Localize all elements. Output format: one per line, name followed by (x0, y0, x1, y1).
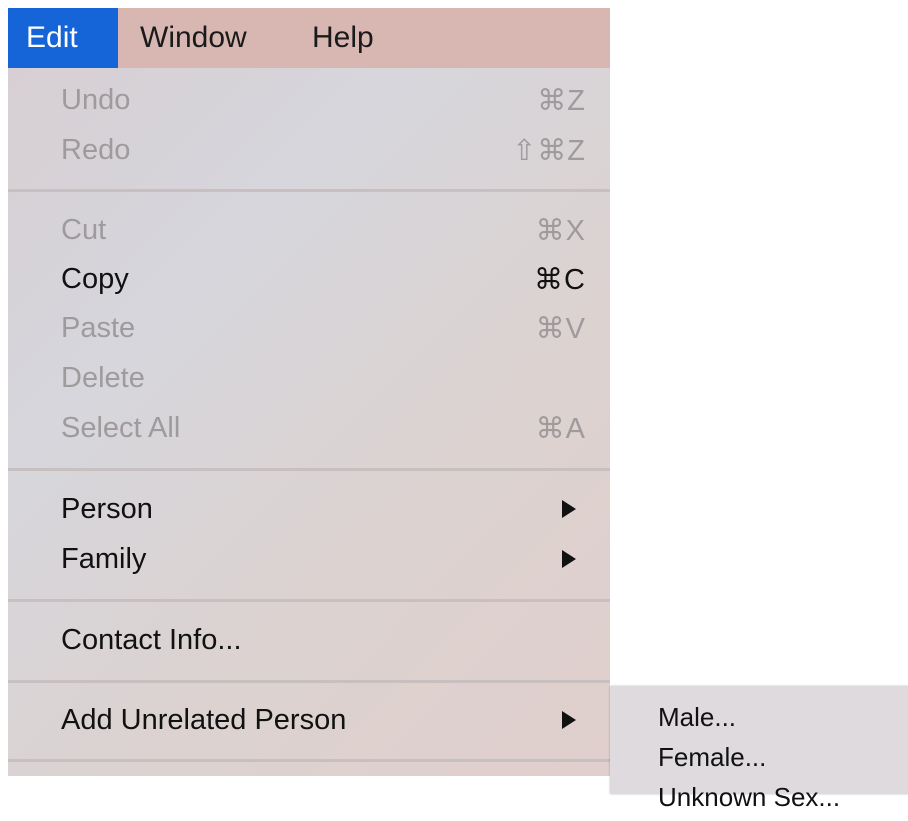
menu-bar-label: Help (312, 21, 374, 54)
menu-item-label: Undo (61, 83, 131, 116)
edit-menu: Undo ⌘Z Redo ⇧⌘Z Cut ⌘X Copy ⌘C Paste ⌘V… (8, 68, 610, 776)
menu-item-label: Copy (61, 262, 129, 295)
menu-item-label: Add Unrelated Person (61, 703, 347, 736)
menu-item-cut[interactable]: Cut ⌘X (8, 205, 610, 255)
screen: Edit Window Help Undo ⌘Z Redo ⇧⌘Z Cut ⌘X… (0, 0, 908, 821)
menu-item-shortcut: ⌘A (535, 412, 586, 445)
menu-bar-label: Window (140, 21, 247, 54)
menu-item-undo[interactable]: Undo ⌘Z (8, 75, 610, 125)
menu-item-shortcut: ⌘X (535, 214, 586, 247)
menu-item-person[interactable]: Person (8, 484, 610, 534)
menu-item-delete[interactable]: Delete (8, 353, 610, 403)
submenu-arrow-icon (562, 711, 576, 729)
menu-item-shortcut: ⇧⌘Z (511, 134, 586, 167)
menu-separator (8, 599, 610, 602)
menu-item-copy[interactable]: Copy ⌘C (8, 254, 610, 304)
menu-item-label: Select All (61, 411, 181, 444)
menu-separator (8, 468, 610, 471)
menu-separator (8, 680, 610, 683)
menu-item-paste[interactable]: Paste ⌘V (8, 303, 610, 353)
menu-item-label: Cut (61, 213, 107, 246)
menu-item-contact-info[interactable]: Contact Info... (8, 615, 610, 665)
submenu-item-male[interactable]: Male... (658, 700, 736, 734)
menu-bar: Edit Window Help (8, 8, 610, 68)
menu-separator (8, 189, 610, 192)
menu-item-label: Family (61, 542, 147, 575)
menu-bar-item-edit[interactable]: Edit (8, 8, 118, 68)
menu-item-family[interactable]: Family (8, 534, 610, 584)
submenu-item-label: Male... (658, 701, 737, 732)
menu-bar-label: Edit (26, 21, 78, 54)
menu-bar-item-window[interactable]: Window (118, 8, 282, 68)
menu-separator (8, 759, 610, 762)
add-unrelated-person-submenu: Male... Female... Unknown Sex... (610, 686, 908, 812)
submenu-item-unknown-sex[interactable]: Unknown Sex... (658, 780, 840, 814)
menu-item-label: Redo (61, 133, 131, 166)
menu-item-label: Person (61, 492, 153, 525)
menu-item-shortcut: ⌘V (535, 312, 586, 345)
submenu-item-label: Female... (658, 741, 767, 772)
submenu-arrow-icon (562, 500, 576, 518)
menu-item-redo[interactable]: Redo ⇧⌘Z (8, 125, 610, 175)
menu-item-add-unrelated-person[interactable]: Add Unrelated Person (8, 695, 610, 745)
menu-item-select-all[interactable]: Select All ⌘A (8, 403, 610, 453)
menu-bar-item-help[interactable]: Help (282, 8, 374, 68)
menu-item-shortcut: ⌘C (534, 263, 586, 296)
menu-item-label: Delete (61, 361, 145, 394)
menu-item-label: Paste (61, 311, 136, 344)
submenu-item-label: Unknown Sex... (658, 781, 841, 812)
submenu-arrow-icon (562, 550, 576, 568)
menu-item-shortcut: ⌘Z (537, 84, 586, 117)
menu-item-label: Contact Info... (61, 623, 242, 656)
submenu-item-female[interactable]: Female... (658, 740, 766, 774)
